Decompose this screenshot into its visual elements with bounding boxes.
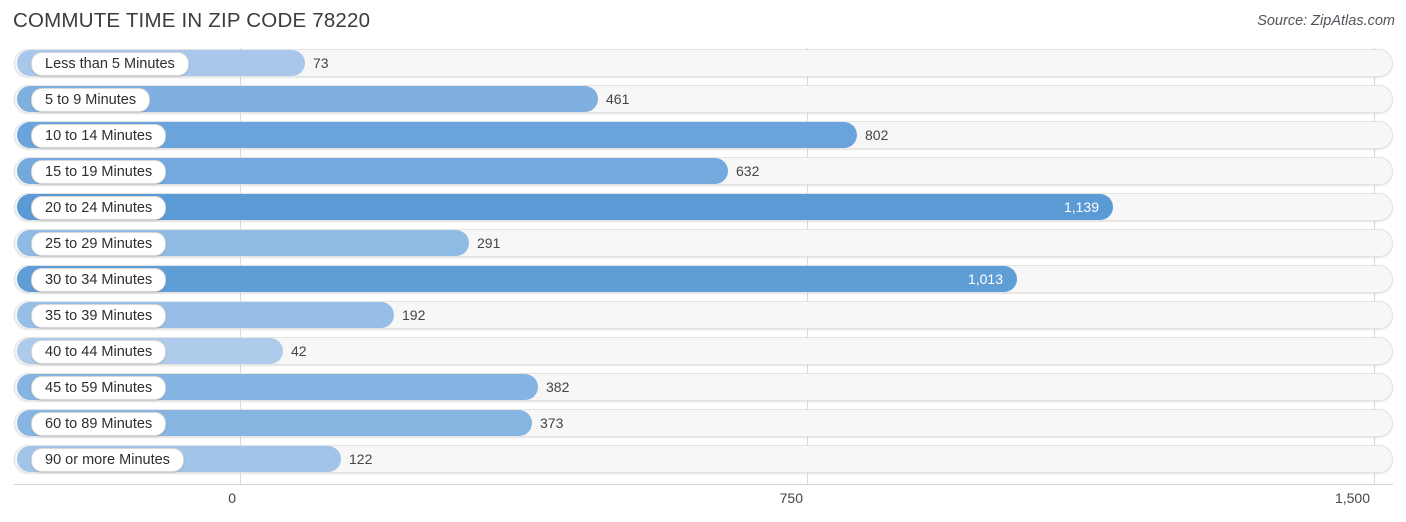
axis-line	[14, 484, 1393, 485]
table-row[interactable]: 632 15 to 19 Minutes	[0, 156, 1406, 186]
table-row[interactable]: 42 40 to 44 Minutes	[0, 336, 1406, 366]
bar-value-label: 291	[477, 235, 501, 251]
bar-value-label: 192	[402, 307, 426, 323]
axis-tick-0: 0	[228, 490, 236, 506]
category-label[interactable]: 60 to 89 Minutes	[31, 412, 167, 436]
category-label[interactable]: 15 to 19 Minutes	[31, 160, 167, 184]
bar-value-label: 1,013	[967, 271, 1003, 287]
table-row[interactable]: 291 25 to 29 Minutes	[0, 228, 1406, 258]
table-row[interactable]: 1,139 20 to 24 Minutes	[0, 192, 1406, 222]
category-label[interactable]: 40 to 44 Minutes	[31, 340, 167, 364]
table-row[interactable]: 461 5 to 9 Minutes	[0, 84, 1406, 114]
bar[interactable]: 1,013	[17, 266, 1017, 292]
bar-value-label: 42	[291, 343, 307, 359]
table-row[interactable]: 373 60 to 89 Minutes	[0, 408, 1406, 438]
bar-rows: 73 Less than 5 Minutes 461 5 to 9 Minutes 80…	[0, 48, 1406, 480]
category-label[interactable]: 20 to 24 Minutes	[31, 196, 167, 220]
table-row[interactable]: 382 45 to 59 Minutes	[0, 372, 1406, 402]
bar-value-label: 802	[865, 127, 889, 143]
axis-tick-1500: 1,500	[1334, 490, 1370, 506]
category-label[interactable]: 30 to 34 Minutes	[31, 268, 167, 292]
bar-value-label: 1,139	[1063, 199, 1099, 215]
plot-area: 73 Less than 5 Minutes 461 5 to 9 Minutes 80…	[0, 48, 1406, 484]
bar[interactable]: 1,139	[17, 194, 1113, 220]
category-label[interactable]: 35 to 39 Minutes	[31, 304, 167, 328]
table-row[interactable]: 1,013 30 to 34 Minutes	[0, 264, 1406, 294]
chart-header: COMMUTE TIME IN ZIP CODE 78220 Source: Z…	[0, 0, 1406, 44]
source-attribution: Source: ZipAtlas.com	[1257, 13, 1395, 29]
bar-value-label: 73	[313, 55, 329, 71]
category-label[interactable]: 45 to 59 Minutes	[31, 376, 167, 400]
category-label[interactable]: 5 to 9 Minutes	[31, 88, 151, 112]
category-label[interactable]: Less than 5 Minutes	[31, 52, 189, 76]
bar-value-label: 632	[736, 163, 760, 179]
bar-value-label: 382	[546, 379, 570, 395]
page-title: COMMUTE TIME IN ZIP CODE 78220	[13, 9, 371, 32]
table-row[interactable]: 73 Less than 5 Minutes	[0, 48, 1406, 78]
x-axis: 0 750 1,500	[0, 484, 1406, 522]
axis-tick-750: 750	[779, 490, 803, 506]
category-label[interactable]: 25 to 29 Minutes	[31, 232, 167, 256]
bar-value-label: 373	[540, 415, 564, 431]
table-row[interactable]: 192 35 to 39 Minutes	[0, 300, 1406, 330]
category-label[interactable]: 10 to 14 Minutes	[31, 124, 167, 148]
bar-value-label: 122	[349, 451, 373, 467]
table-row[interactable]: 802 10 to 14 Minutes	[0, 120, 1406, 150]
chart-container: COMMUTE TIME IN ZIP CODE 78220 Source: Z…	[0, 0, 1406, 522]
table-row[interactable]: 122 90 or more Minutes	[0, 444, 1406, 474]
bar-value-label: 461	[606, 91, 630, 107]
category-label[interactable]: 90 or more Minutes	[31, 448, 184, 472]
